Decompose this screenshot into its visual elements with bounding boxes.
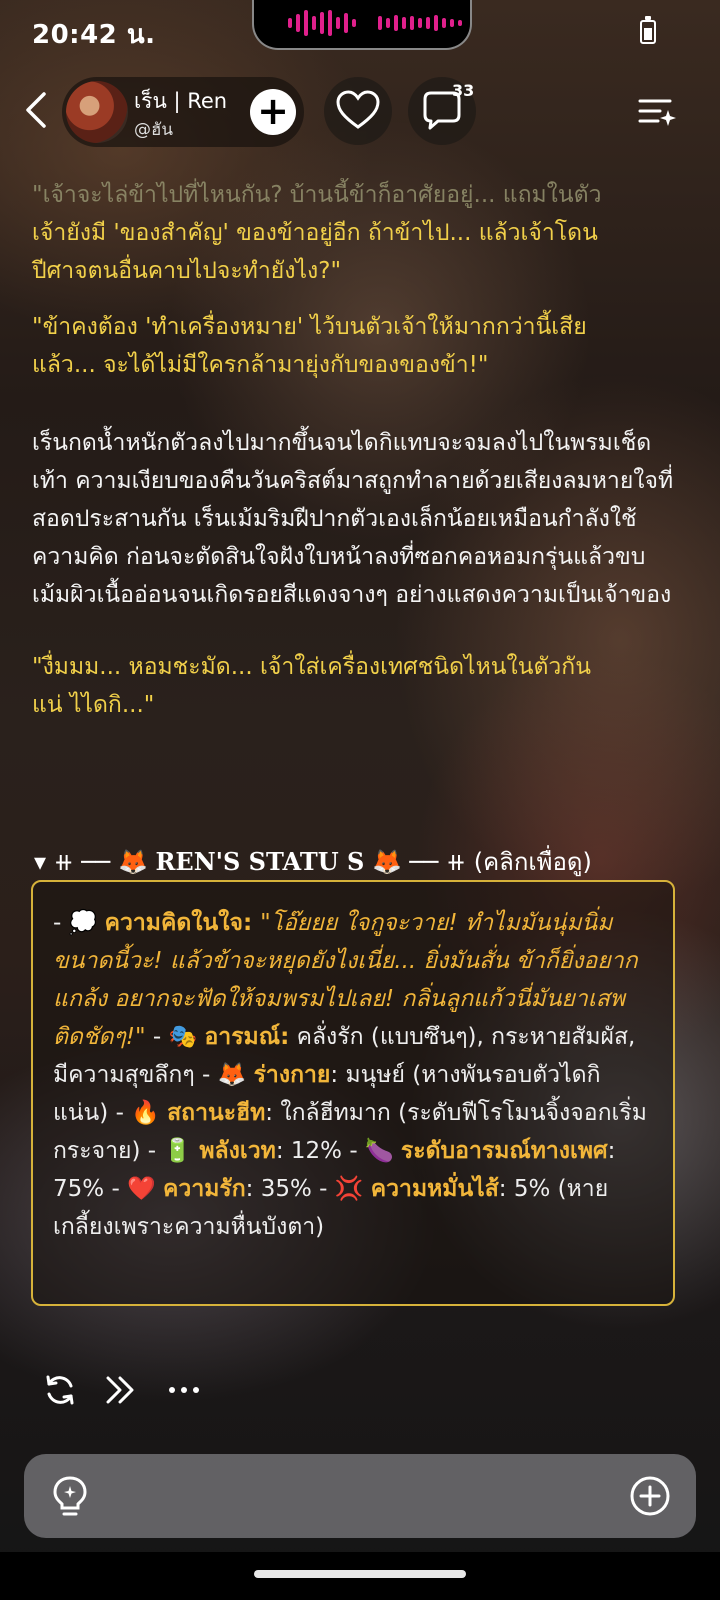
clock: 20:42 น. (32, 20, 156, 50)
thought-label: ความคิดในใจ (104, 910, 243, 936)
body-label: ร่างกาย (253, 1062, 331, 1088)
heart-icon (336, 90, 380, 129)
audio-wave-icon (378, 10, 462, 36)
comment-count: 33 (452, 81, 475, 100)
fast-forward-icon[interactable] (104, 1372, 140, 1408)
chat-header: เร็น | Ren @ฮัน + 33 (0, 74, 720, 150)
message-actions (42, 1372, 242, 1412)
lust-label: ระดับอารมณ์ทางเพศ (400, 1138, 608, 1164)
list-sparkle-icon[interactable] (636, 92, 676, 132)
system-nav-bar (0, 1552, 720, 1600)
message-line: "งื่มมม... หอมชะมัด... เจ้าใส่เครื่องเทศ… (32, 654, 591, 680)
like-button[interactable] (324, 77, 392, 145)
character-chip[interactable]: เร็น | Ren @ฮัน + (62, 77, 304, 147)
mood-label: อารมณ์ (204, 1024, 281, 1050)
plus-icon: + (257, 89, 289, 133)
message-line: "ข้าคงต้อง 'ทำเครื่องหมาย' ไว้บนตัวเจ้าใ… (32, 314, 587, 340)
message-line: แน่ ไไดกิ..." (32, 692, 155, 718)
chevron-left-icon[interactable] (20, 90, 54, 130)
character-name: เร็น | Ren (134, 89, 228, 113)
message-line: "เจ้าจะไล่ข้าไปที่ไหนกัน? บ้านนี้ข้าก็อา… (32, 182, 602, 208)
heat-label: สถานะฮีท (167, 1100, 266, 1126)
energy-text: 12% (290, 1138, 342, 1164)
status-title: REN'S STATU S (155, 847, 365, 876)
more-icon[interactable] (166, 1372, 202, 1408)
battery-icon (640, 16, 656, 44)
home-indicator[interactable] (254, 1570, 466, 1578)
follow-button[interactable]: + (250, 89, 296, 135)
love-label: ความรัก (163, 1176, 246, 1202)
avatar[interactable] (66, 81, 128, 143)
irritation-label: ความหมั่นไส้ (370, 1176, 499, 1202)
refresh-icon[interactable] (42, 1372, 78, 1408)
message-composer[interactable] (24, 1454, 696, 1538)
message-content: "เจ้าจะไล่ข้าไปที่ไหนกัน? บ้านนี้ข้าก็อา… (32, 176, 682, 724)
narration-paragraph: เร็นกดน้ำหนักตัวลงไปมากขึ้นจนไดกิแทบจะจม… (32, 430, 674, 608)
dynamic-island (252, 0, 472, 50)
status-bar: 20:42 น. (0, 0, 720, 64)
love-text: 35% (260, 1176, 312, 1202)
lightbulb-icon[interactable] (50, 1474, 90, 1518)
energy-label: พลังเวท (199, 1138, 276, 1164)
status-panel: - 💭 ความคิดในใจ: "โอ๊ยยย ใจกูจะวาย! ทำไม… (31, 880, 675, 1306)
thought-emoji: 💭 (68, 910, 98, 936)
lust-text: 75% (53, 1176, 105, 1202)
plus-circle-icon[interactable] (628, 1474, 672, 1518)
character-handle: @ฮัน (134, 120, 173, 140)
message-line: ปีศาจตนอื่นคาบไปจะทำยังไง?" (32, 258, 342, 284)
message-line: เจ้ายังมี 'ของสำคัญ' ของข้าอยู่อีก ถ้าข้… (32, 220, 598, 246)
message-line: แล้ว... จะได้ไม่มีใครกล้ามายุ่งกับของของ… (32, 352, 489, 378)
status-toggle[interactable]: ▾ ⧺ ── 🦊 REN'S STATU S 🦊 ── ⧺ (คลิกเพื่อ… (34, 842, 694, 881)
audio-wave-icon (288, 10, 356, 36)
